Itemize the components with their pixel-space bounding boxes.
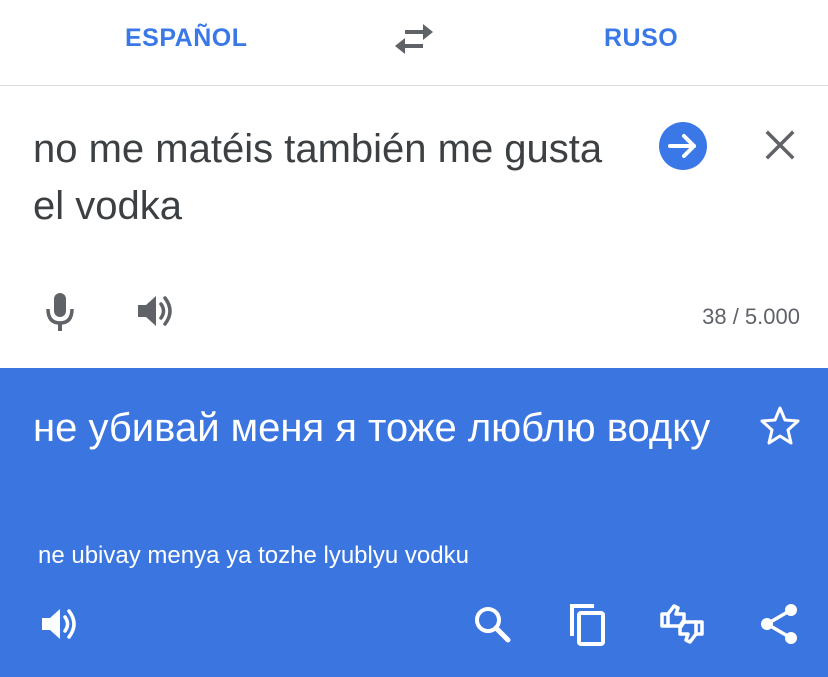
share-button[interactable] xyxy=(755,600,803,648)
input-panel: no me matéis también me gusta el vodka 3… xyxy=(0,87,828,368)
language-bar: ESPAÑOL RUSO xyxy=(0,0,828,86)
listen-translation-button[interactable] xyxy=(36,600,84,648)
translation-text: не убивай меня я тоже люблю водку xyxy=(33,406,711,450)
target-language-button[interactable]: RUSO xyxy=(604,22,678,54)
star-icon xyxy=(760,406,800,445)
speaker-icon xyxy=(42,609,76,639)
search-icon xyxy=(475,607,511,643)
source-language-button[interactable]: ESPAÑOL xyxy=(125,22,248,54)
close-icon xyxy=(765,130,795,160)
swap-languages-button[interactable] xyxy=(393,20,435,58)
transliteration-text: ne ubivay menya ya tozhe lyublyu vodku xyxy=(38,542,469,569)
save-translation-button[interactable] xyxy=(758,404,802,448)
microphone-icon xyxy=(46,293,74,331)
copy-button[interactable] xyxy=(564,600,612,648)
speaker-icon xyxy=(138,296,172,326)
share-icon xyxy=(761,604,797,644)
search-button[interactable] xyxy=(468,600,516,648)
swap-arrows-icon xyxy=(395,24,433,54)
feedback-icon xyxy=(660,604,704,644)
arrow-right-circle-icon xyxy=(659,122,707,170)
voice-input-button[interactable] xyxy=(40,289,80,333)
clear-button[interactable] xyxy=(760,125,800,165)
listen-source-button[interactable] xyxy=(134,289,178,333)
translate-button[interactable] xyxy=(658,121,708,171)
character-count: 38 / 5.000 xyxy=(702,304,800,329)
translation-panel: не убивай меня я тоже люблю водку ne ubi… xyxy=(0,368,828,677)
copy-icon xyxy=(570,604,605,646)
source-text-input[interactable]: no me matéis también me gusta el vodka xyxy=(33,121,613,235)
feedback-button[interactable] xyxy=(658,600,706,648)
